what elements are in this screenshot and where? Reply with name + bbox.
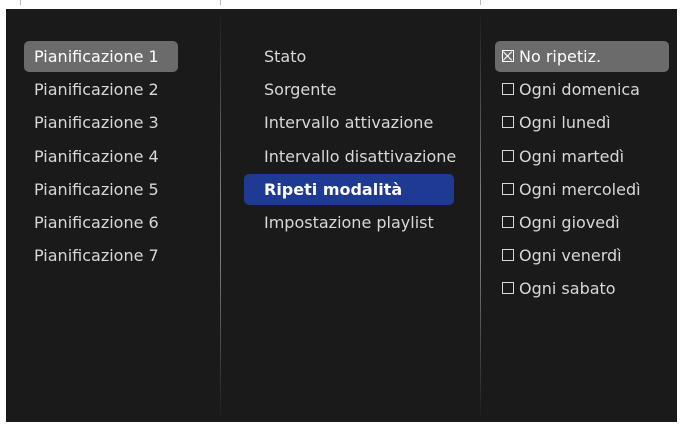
schedule-item-5[interactable]: Pianificazione 5 — [24, 174, 178, 205]
repeat-option-label: Ogni venerdì — [519, 246, 622, 266]
checkbox-icon — [502, 215, 514, 228]
repeat-option-label: Ogni martedì — [519, 146, 625, 166]
checkbox-icon — [502, 149, 514, 162]
repeat-option-monday[interactable]: Ogni lunedì — [495, 107, 669, 138]
osd-menu-screen: Pianificazione 1 Pianificazione 2 Pianif… — [6, 9, 677, 422]
setting-item-off-interval[interactable]: Intervallo disattivazione — [244, 141, 456, 172]
repeat-option-tuesday[interactable]: Ogni martedì — [495, 141, 669, 172]
repeat-option-label: Ogni giovedì — [519, 212, 620, 232]
checkbox-checked-icon — [502, 50, 514, 62]
repeat-options-list: No ripetiz. Ogni domenica Ogni lunedì Og… — [495, 41, 669, 307]
repeat-option-label: Ogni mercoledì — [519, 179, 641, 199]
repeat-option-sunday[interactable]: Ogni domenica — [495, 74, 669, 105]
setting-item-sorgente[interactable]: Sorgente — [244, 74, 454, 105]
schedule-item-2[interactable]: Pianificazione 2 — [24, 74, 178, 105]
repeat-option-label: Ogni sabato — [519, 279, 616, 299]
column-divider-right — [480, 9, 481, 422]
setting-item-stato[interactable]: Stato — [244, 41, 454, 72]
schedule-item-4[interactable]: Pianificazione 4 — [24, 141, 178, 172]
setting-item-repeat-mode[interactable]: Ripeti modalità — [244, 173, 454, 205]
checkbox-icon — [502, 182, 514, 195]
checkbox-icon — [502, 282, 514, 295]
setting-item-playlist[interactable]: Impostazione playlist — [244, 207, 454, 238]
schedule-list: Pianificazione 1 Pianificazione 2 Pianif… — [24, 41, 178, 273]
schedule-item-1[interactable]: Pianificazione 1 — [24, 41, 178, 72]
schedule-item-3[interactable]: Pianificazione 3 — [24, 107, 178, 138]
repeat-option-label: No ripetiz. — [519, 47, 602, 66]
schedule-item-7[interactable]: Pianificazione 7 — [24, 240, 178, 271]
settings-list: Stato Sorgente Intervallo attivazione In… — [244, 41, 456, 240]
repeat-option-label: Ogni lunedì — [519, 113, 611, 133]
checkbox-icon — [502, 249, 514, 262]
setting-item-on-interval[interactable]: Intervallo attivazione — [244, 107, 454, 138]
repeat-option-thursday[interactable]: Ogni giovedì — [495, 207, 669, 238]
edge-tick-mark — [220, 0, 221, 5]
repeat-option-wednesday[interactable]: Ogni mercoledì — [495, 174, 669, 205]
edge-tick-mark — [480, 0, 481, 5]
edge-tick-mark — [20, 0, 21, 5]
repeat-option-saturday[interactable]: Ogni sabato — [495, 273, 669, 304]
repeat-option-friday[interactable]: Ogni venerdì — [495, 240, 669, 271]
column-divider-left — [220, 9, 221, 422]
checkbox-icon — [502, 83, 514, 96]
checkbox-icon — [502, 116, 514, 129]
schedule-item-6[interactable]: Pianificazione 6 — [24, 207, 178, 238]
repeat-option-no-repeat[interactable]: No ripetiz. — [495, 41, 669, 72]
repeat-option-label: Ogni domenica — [519, 80, 640, 100]
